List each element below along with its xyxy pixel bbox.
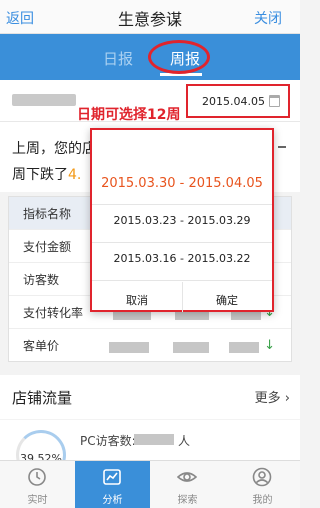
table-row: 客单价 ↓ [9,329,291,362]
blurred-value [109,342,149,353]
nav-realtime[interactable]: 实时 [0,461,75,508]
more-link[interactable]: 更多 › [255,387,290,406]
confirm-button[interactable]: 确定 [182,292,272,308]
nav-label: 探索 [177,495,198,506]
summary-change-value: 4. [68,167,82,183]
calendar-icon [269,95,280,107]
nav-mine[interactable]: 我的 [225,461,300,508]
summary-line-1: 上周，您的店 [12,141,96,157]
divider [92,242,272,243]
date-value: 2015.04.05 [202,95,265,108]
dash-mark [278,146,286,148]
blurred-value [229,342,259,353]
cancel-button[interactable]: 取消 [92,292,182,308]
tab-daily-report[interactable]: 日报 [103,48,133,69]
annotation-label: 日期可选择12周 [77,107,181,123]
week-picker-dialog: 2015.03.30 - 2015.04.05 2015.03.23 - 201… [90,128,274,312]
row-label: 支付转化率 [23,306,84,320]
row-label: 支付金额 [23,240,72,254]
shop-traffic-body: 39.52% PC访客数: 人 [0,420,300,480]
close-button[interactable]: 关闭 [254,8,282,28]
nav-label: 实时 [27,495,48,506]
pc-visitors-label: PC访客数: [80,434,136,448]
date-selector[interactable]: 2015.04.05 [186,84,290,118]
eye-icon [177,472,197,482]
table-header-label: 指标名称 [23,207,72,221]
divider [92,280,272,281]
top-navigation-bar: 返回 生意参谋 关闭 [0,0,300,34]
blurred-value [134,434,174,445]
annotation-circle [148,40,210,74]
bottom-navigation: 实时 分析 探索 我的 [0,460,300,508]
shop-traffic-header: 店铺流量 更多 › [0,375,300,419]
divider [92,204,272,205]
user-icon [252,467,272,487]
nav-explore[interactable]: 探索 [150,461,225,508]
nav-analysis[interactable]: 分析 [75,461,150,508]
nav-label: 我的 [252,495,273,506]
row-label: 客单价 [23,339,60,353]
blurred-value [173,342,209,353]
pc-visitors-unit: 人 [178,434,191,448]
summary-line-2: 周下跌了4. [12,164,81,184]
week-option[interactable]: 2015.03.16 - 2015.03.22 [92,252,272,265]
summary-line-2-text: 周下跌了 [12,167,68,183]
blurred-shop-name [12,94,76,106]
week-option[interactable]: 2015.03.23 - 2015.03.29 [92,214,272,227]
clock-icon [28,468,46,486]
report-tab-bar: 日报 周报 [0,34,300,80]
trend-chart-icon [103,469,121,485]
row-label: 访客数 [23,273,60,287]
week-option-selected[interactable]: 2015.03.30 - 2015.04.05 [92,176,272,191]
down-arrow-icon: ↓ [264,338,275,353]
section-title: 店铺流量 [12,389,73,407]
nav-label: 分析 [102,495,123,506]
